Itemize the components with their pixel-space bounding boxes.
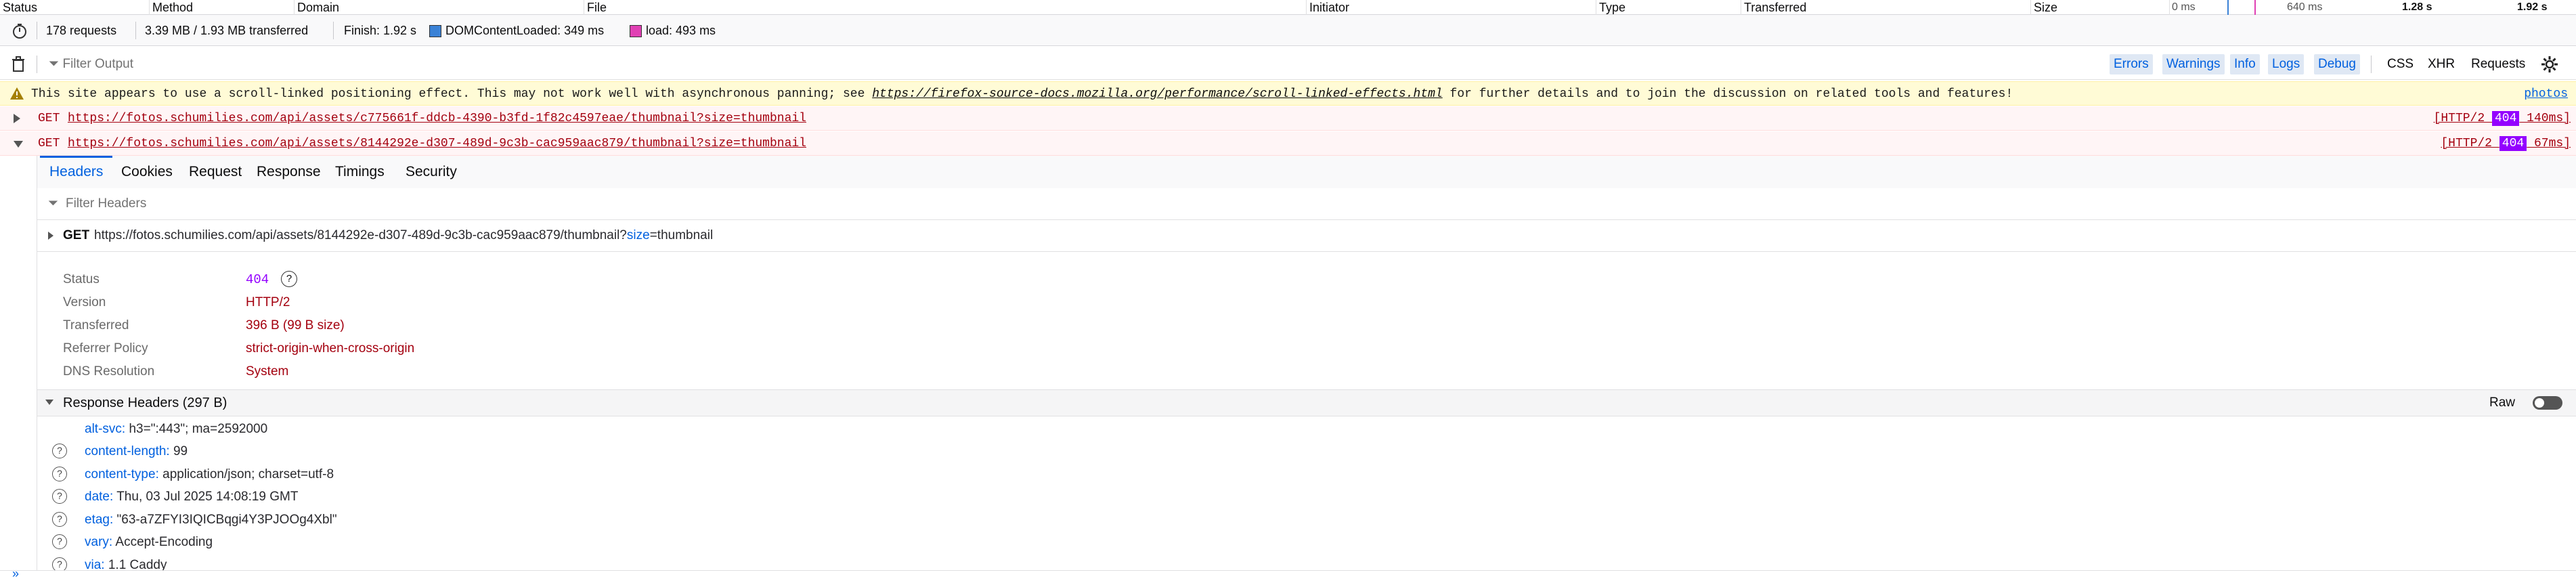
tab-security[interactable]: Security (396, 156, 466, 188)
scroll-linked-warning: This site appears to use a scroll-linked… (0, 81, 2576, 106)
help-icon[interactable]: ? (52, 534, 67, 549)
xhr-filter-button[interactable]: XHR (2424, 54, 2459, 74)
request-url[interactable]: https://fotos.schumilies.com/api/assets/… (68, 106, 806, 131)
info-filter-button[interactable]: Info (2230, 54, 2260, 74)
column-file[interactable]: File (584, 0, 1309, 15)
scroll-linked-docs-link[interactable]: https://firefox-source-docs.mozilla.org/… (872, 87, 1443, 101)
waterfall-tick-1: 640 ms (2287, 1, 2323, 13)
status-label: Status (63, 272, 100, 286)
warning-icon (9, 87, 24, 104)
response-headers-title: Response Headers (297 B) (63, 395, 227, 410)
warnings-filter-button[interactable]: Warnings (2162, 54, 2225, 74)
dcl-swatch (429, 25, 441, 38)
column-initiator[interactable]: Initiator (1306, 0, 1599, 15)
stopwatch-icon[interactable] (11, 15, 28, 46)
column-domain[interactable]: Domain (294, 0, 587, 15)
network-summary-bar: 178 requests 3.39 MB / 1.93 MB transferr… (0, 15, 2576, 46)
logs-filter-button[interactable]: Logs (2268, 54, 2305, 74)
status-value: 404 (246, 272, 269, 287)
column-waterfall[interactable] (2169, 0, 2576, 15)
css-filter-button[interactable]: CSS (2383, 54, 2418, 74)
dns-resolution-label: DNS Resolution (63, 364, 155, 379)
request-method: GET (38, 137, 60, 150)
waterfall-tick-2: 1.28 s (2402, 1, 2432, 13)
help-icon[interactable]: ? (281, 271, 297, 287)
help-icon[interactable]: ? (52, 444, 67, 458)
help-icon[interactable]: ? (52, 467, 67, 481)
debug-filter-button[interactable]: Debug (2314, 54, 2360, 74)
transferred-summary: 3.39 MB / 1.93 MB transferred (145, 24, 309, 37)
request-row-2[interactable]: GET https://fotos.schumilies.com/api/ass… (0, 131, 2576, 156)
tab-response[interactable]: Response (247, 156, 330, 188)
load-swatch (630, 25, 642, 38)
header-content-length: content-length: 99 (85, 444, 188, 458)
request-method: GET (38, 112, 60, 125)
dns-resolution-value: System (246, 364, 289, 379)
gear-icon[interactable] (2540, 49, 2559, 80)
waterfall-tick-3: 1.92 s (2517, 1, 2548, 13)
column-status[interactable]: Status (0, 0, 152, 15)
header-content-type: content-type: application/json; charset=… (85, 467, 334, 481)
expand-arrow-icon[interactable] (14, 114, 20, 123)
status-badge: 404 (2491, 111, 2520, 126)
status-badge: 404 (2499, 136, 2527, 151)
console-input-bar[interactable]: » (0, 567, 2576, 581)
get-method: GET (63, 228, 90, 242)
header-vary: vary: Accept-Encoding (85, 535, 213, 549)
finish-time: Finish: 1.92 s (344, 24, 417, 37)
load-marker (2254, 0, 2256, 15)
referrer-policy-label: Referrer Policy (63, 341, 148, 356)
transferred-value: 396 B (99 B size) (246, 318, 345, 332)
requests-count: 178 requests (46, 24, 117, 37)
raw-toggle[interactable] (2533, 396, 2562, 410)
request-url[interactable]: https://fotos.schumilies.com/api/assets/… (68, 131, 806, 156)
raw-label: Raw (2489, 395, 2515, 410)
network-table-header: Status Method Domain File Initiator Type… (0, 0, 2576, 15)
header-etag: etag: "63-a7ZFYI3IQICBqgi4Y3PJOOg4Xbl" (85, 513, 337, 527)
load-time: load: 493 ms (630, 15, 716, 46)
column-method[interactable]: Method (149, 0, 297, 15)
console-toolbar: ⏷ Filter Output Errors Warnings Info Log… (0, 49, 2576, 80)
tab-timings[interactable]: Timings (326, 156, 394, 188)
requests-filter-button[interactable]: Requests (2467, 54, 2529, 74)
response-headers-section[interactable]: Response Headers (297 B) Raw (37, 389, 2576, 416)
filter-icon: ⏷ (48, 196, 59, 211)
request-row-1[interactable]: GET https://fotos.schumilies.com/api/ass… (0, 106, 2576, 131)
tab-headers[interactable]: Headers (40, 156, 113, 188)
trash-icon[interactable] (11, 49, 26, 80)
dcl-marker (2227, 0, 2229, 15)
column-transferred[interactable]: Transferred (1741, 0, 2034, 15)
request-status[interactable]: [HTTP/2 404 140ms] (2434, 106, 2571, 131)
header-alt-svc: alt-svc: h3=":443"; ma=2592000 (85, 422, 268, 436)
tab-cookies[interactable]: Cookies (112, 156, 182, 188)
expand-arrow-icon[interactable] (48, 232, 53, 240)
domcontentloaded-time: DOMContentLoaded: 349 ms (429, 15, 604, 46)
errors-filter-button[interactable]: Errors (2110, 54, 2153, 74)
help-icon[interactable]: ? (52, 489, 67, 504)
filter-icon: ⏷ (49, 57, 60, 71)
header-date: date: Thu, 03 Jul 2025 14:08:19 GMT (85, 490, 299, 504)
warning-message: This site appears to use a scroll-linked… (31, 87, 2013, 101)
help-icon[interactable]: ? (52, 512, 67, 527)
warning-source-link[interactable]: photos (2524, 82, 2568, 106)
get-url: https://fotos.schumilies.com/api/assets/… (94, 228, 714, 242)
column-type[interactable]: Type (1596, 0, 1744, 15)
referrer-policy-value: strict-origin-when-cross-origin (246, 341, 415, 356)
request-summary-line[interactable]: GET https://fotos.schumilies.com/api/ass… (37, 220, 2576, 252)
detail-tabs: Headers Cookies Request Response Timings… (37, 156, 2576, 189)
filter-headers-input[interactable]: ⏷ Filter Headers (37, 188, 2576, 220)
request-detail-panel: Headers Cookies Request Response Timings… (37, 156, 2576, 572)
request-status[interactable]: [HTTP/2 404 67ms] (2441, 131, 2571, 156)
collapse-arrow-icon[interactable] (45, 400, 53, 405)
collapse-arrow-icon[interactable] (14, 141, 23, 148)
version-value: HTTP/2 (246, 295, 290, 309)
filter-output-input[interactable]: ⏷ Filter Output (49, 49, 133, 80)
transferred-label: Transferred (63, 318, 129, 332)
waterfall-tick-0: 0 ms (2172, 1, 2196, 13)
tab-request[interactable]: Request (179, 156, 251, 188)
column-size[interactable]: Size (2030, 0, 2173, 15)
prompt-chevron-icon: » (12, 567, 20, 580)
version-label: Version (63, 295, 106, 309)
